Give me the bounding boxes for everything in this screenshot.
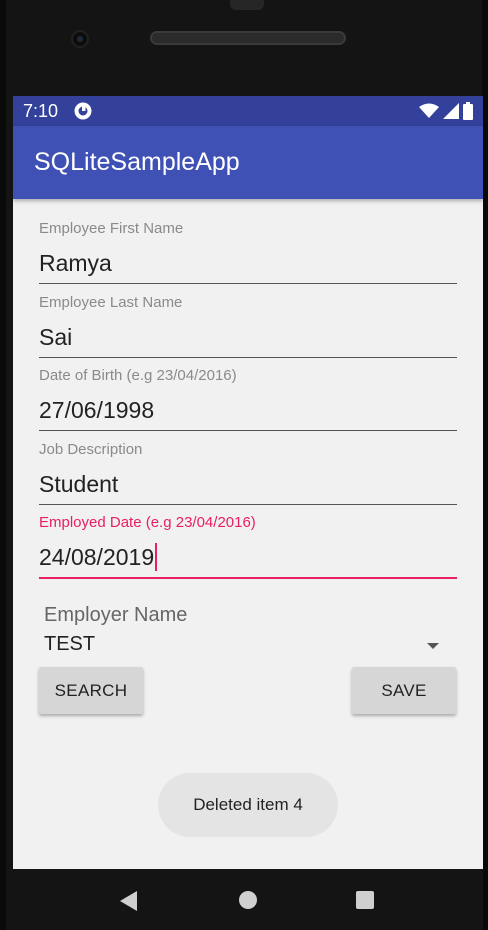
employed-date-input[interactable]: 24/08/2019 <box>39 541 457 573</box>
job-description-field[interactable]: Job Description Student <box>39 441 457 505</box>
first-name-label: Employee First Name <box>39 220 184 237</box>
employer-spinner[interactable]: TEST <box>44 630 444 664</box>
app-title: SQLiteSampleApp <box>34 148 240 176</box>
app-bar: SQLiteSampleApp <box>13 126 483 199</box>
home-icon[interactable] <box>239 891 257 909</box>
app-screen: 7:10 SQLiteSampleApp Employee First Name… <box>13 96 483 869</box>
earpiece-speaker <box>150 31 346 45</box>
job-description-label: Job Description <box>39 441 143 458</box>
dropdown-arrow-icon[interactable] <box>427 643 439 649</box>
employer-name-label: Employer Name <box>44 604 188 626</box>
back-icon[interactable] <box>120 891 137 911</box>
save-button[interactable]: SAVE <box>352 667 456 714</box>
employed-date-label: Employed Date (e.g 23/04/2016) <box>39 514 256 531</box>
job-description-input[interactable]: Student <box>39 468 457 500</box>
input-underline <box>39 283 457 284</box>
battery-icon <box>463 102 473 120</box>
input-underline <box>39 357 457 358</box>
first-name-input[interactable]: Ramya <box>39 247 457 279</box>
input-underline <box>39 430 457 431</box>
toast-message: Deleted item 4 <box>158 773 338 837</box>
wifi-icon <box>419 103 439 118</box>
search-button[interactable]: SEARCH <box>39 667 143 714</box>
last-name-input[interactable]: Sai <box>39 321 457 353</box>
text-cursor <box>155 542 158 571</box>
last-name-label: Employee Last Name <box>39 294 183 311</box>
input-underline <box>39 504 457 505</box>
status-icons <box>419 101 473 121</box>
status-time: 7:10 <box>23 101 59 121</box>
last-name-field[interactable]: Employee Last Name Sai <box>39 294 457 358</box>
dob-label: Date of Birth (e.g 23/04/2016) <box>39 367 237 384</box>
employed-date-field[interactable]: Employed Date (e.g 23/04/2016) 24/08/201… <box>39 514 457 579</box>
navigation-bar <box>13 869 483 930</box>
recents-icon[interactable] <box>356 891 374 909</box>
app-notification-icon <box>74 102 92 120</box>
employed-date-value: 24/08/2019 <box>39 544 155 570</box>
top-bezel-notch <box>230 0 264 10</box>
first-name-field[interactable]: Employee First Name Ramya <box>39 220 457 284</box>
frame-edge <box>0 0 6 930</box>
signal-icon <box>443 103 459 119</box>
employer-selected-value: TEST <box>44 633 96 655</box>
status-bar: 7:10 <box>13 96 483 126</box>
front-camera-icon <box>71 30 89 48</box>
dob-input[interactable]: 27/06/1998 <box>39 394 457 426</box>
dob-field[interactable]: Date of Birth (e.g 23/04/2016) 27/06/199… <box>39 367 457 431</box>
input-underline-focused <box>39 577 457 579</box>
